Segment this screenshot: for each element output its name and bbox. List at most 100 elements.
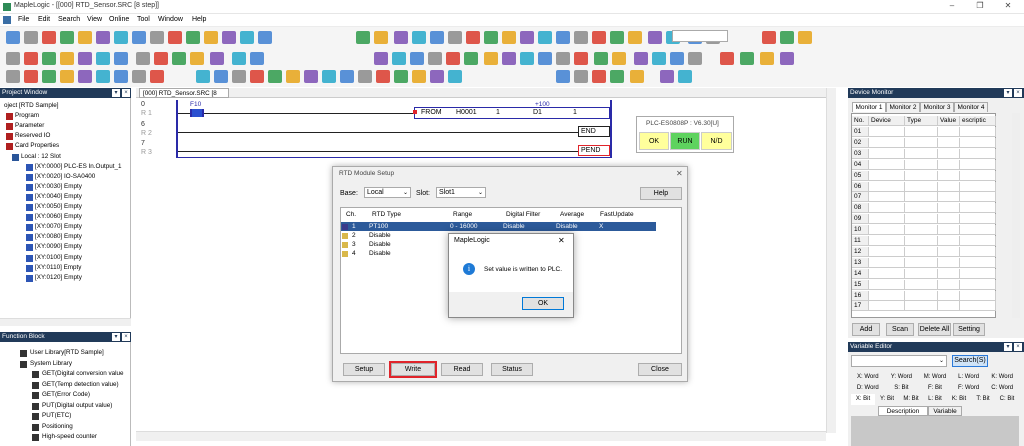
tab-rtd-sensor[interactable]: [000] RTD_Sensor.SRC [8 step] [139, 88, 229, 106]
grid-cell[interactable] [938, 246, 960, 257]
grid-cell[interactable] [905, 159, 938, 170]
toolbar-button-icon[interactable] [538, 52, 552, 65]
toolbar-button-icon[interactable] [250, 70, 264, 83]
toolbar-button-icon[interactable] [688, 52, 702, 65]
grid-cell[interactable] [938, 290, 960, 301]
grid-cell[interactable] [960, 214, 996, 225]
grid-cell[interactable] [869, 301, 905, 312]
toolbar-button-icon[interactable] [172, 52, 186, 65]
toolbar-button-icon[interactable] [502, 52, 516, 65]
grid-cell[interactable] [905, 236, 938, 246]
editor-hscroll[interactable] [136, 431, 826, 441]
toolbar-button-icon[interactable] [798, 31, 812, 44]
contact-f10[interactable] [190, 109, 204, 117]
toolbar-button-icon[interactable] [78, 31, 92, 44]
toolbar-button-icon[interactable] [24, 70, 38, 83]
device-type-option[interactable]: T: Bit [971, 394, 995, 405]
grid-cell[interactable] [869, 181, 905, 192]
grid-cell[interactable] [905, 181, 938, 192]
grid-cell[interactable] [960, 127, 996, 137]
grid-cell[interactable] [938, 268, 960, 279]
toolbar-button-icon[interactable] [394, 31, 408, 44]
grid-cell[interactable] [938, 159, 960, 170]
tree-item[interactable]: [XY:0110] Empty [35, 264, 81, 271]
menu-edit[interactable]: Edit [38, 16, 50, 23]
device-type-option[interactable]: S: Bit [884, 383, 919, 394]
toolbar-button-icon[interactable] [448, 31, 462, 44]
toolbar-button-icon[interactable] [574, 70, 588, 83]
toolbar-button-icon[interactable] [538, 31, 552, 44]
tree-item[interactable]: [XY:0090] Empty [35, 243, 82, 250]
toolbar-button-icon[interactable] [610, 31, 624, 44]
grid-cell[interactable] [960, 268, 996, 279]
toolbar-button-icon[interactable] [24, 52, 38, 65]
menu-file[interactable]: File [18, 16, 29, 23]
grid-cell[interactable] [869, 148, 905, 159]
grid-cell[interactable] [938, 192, 960, 203]
grid-cell[interactable] [905, 203, 938, 214]
grid-cell[interactable] [869, 268, 905, 279]
grid-cell[interactable] [869, 170, 905, 181]
function-item[interactable]: User Library[RTD Sample] [30, 349, 104, 356]
toolbar-button-icon[interactable] [304, 70, 318, 83]
editor-vscroll[interactable] [826, 88, 836, 433]
toolbar-button-icon[interactable] [210, 52, 224, 65]
toolbar-button-icon[interactable] [556, 52, 570, 65]
grid-cell[interactable] [938, 148, 960, 159]
function-item[interactable]: GET(Digital conversion value [42, 370, 124, 377]
grid-cell[interactable] [960, 181, 996, 192]
toolbar-button-icon[interactable] [430, 70, 444, 83]
toolbar-button-icon[interactable] [634, 52, 648, 65]
toolbar-button-icon[interactable] [740, 52, 754, 65]
toolbar-button-icon[interactable] [574, 52, 588, 65]
tree-item[interactable]: oject [RTD Sample] [4, 102, 58, 109]
device-type-option[interactable]: F: Word [951, 383, 986, 394]
toolbar-button-icon[interactable] [6, 70, 20, 83]
tree-item[interactable]: [XY:0030] Empty [35, 183, 82, 190]
device-setting-button[interactable]: Setting [953, 323, 985, 336]
toolbar-button-icon[interactable] [556, 70, 570, 83]
function-item[interactable]: High-speed counter [42, 433, 97, 440]
grid-cell[interactable] [938, 170, 960, 181]
toolbar-button-icon[interactable] [42, 70, 56, 83]
message-box-close-icon[interactable]: ✕ [558, 236, 565, 245]
toolbar-button-icon[interactable] [466, 31, 480, 44]
toolbar-button-icon[interactable] [660, 70, 674, 83]
tab-monitor[interactable]: Monitor 3 [920, 102, 954, 112]
pend-instruction[interactable]: PEND [578, 145, 610, 156]
tree-item[interactable]: Parameter [15, 122, 44, 129]
toolbar-button-icon[interactable] [520, 31, 534, 44]
function-item[interactable]: GET(Temp detection value) [42, 381, 119, 388]
toolbar-button-icon[interactable] [286, 70, 300, 83]
toolbar-button-icon[interactable] [520, 52, 534, 65]
grid-cell[interactable] [869, 192, 905, 203]
device-type-option[interactable]: M: Word [918, 372, 952, 383]
toolbar-button-icon[interactable] [484, 31, 498, 44]
toolbar-button-icon[interactable] [484, 52, 498, 65]
project-hscroll[interactable] [0, 318, 131, 326]
tab-description[interactable]: Description [878, 406, 928, 416]
toolbar-button-icon[interactable] [60, 52, 74, 65]
minimize-button[interactable]: – [938, 1, 966, 13]
toolbar-combo[interactable] [672, 30, 728, 42]
toolbar-button-icon[interactable] [196, 70, 210, 83]
device-delete-all-button[interactable]: Delete All [918, 323, 951, 336]
grid-cell[interactable] [938, 137, 960, 148]
toolbar-button-icon[interactable] [60, 70, 74, 83]
toolbar-button-icon[interactable] [762, 31, 776, 44]
toolbar-button-icon[interactable] [60, 31, 74, 44]
toolbar-button-icon[interactable] [412, 31, 426, 44]
grid-cell[interactable] [960, 236, 996, 246]
toolbar-button-icon[interactable] [214, 70, 228, 83]
slot-select[interactable]: Slot1 ⌄ [436, 187, 486, 198]
menu-tool[interactable]: Tool [137, 16, 150, 23]
toolbar-button-icon[interactable] [114, 70, 128, 83]
toolbar-button-icon[interactable] [594, 52, 608, 65]
grid-cell[interactable] [960, 159, 996, 170]
tree-item[interactable]: [XY:0000] PLC-ES In.Output_1 [35, 163, 121, 170]
toolbar-button-icon[interactable] [448, 70, 462, 83]
toolbar-button-icon[interactable] [132, 31, 146, 44]
grid-cell[interactable] [938, 181, 960, 192]
toolbar-button-icon[interactable] [374, 31, 388, 44]
grid-cell[interactable] [960, 148, 996, 159]
